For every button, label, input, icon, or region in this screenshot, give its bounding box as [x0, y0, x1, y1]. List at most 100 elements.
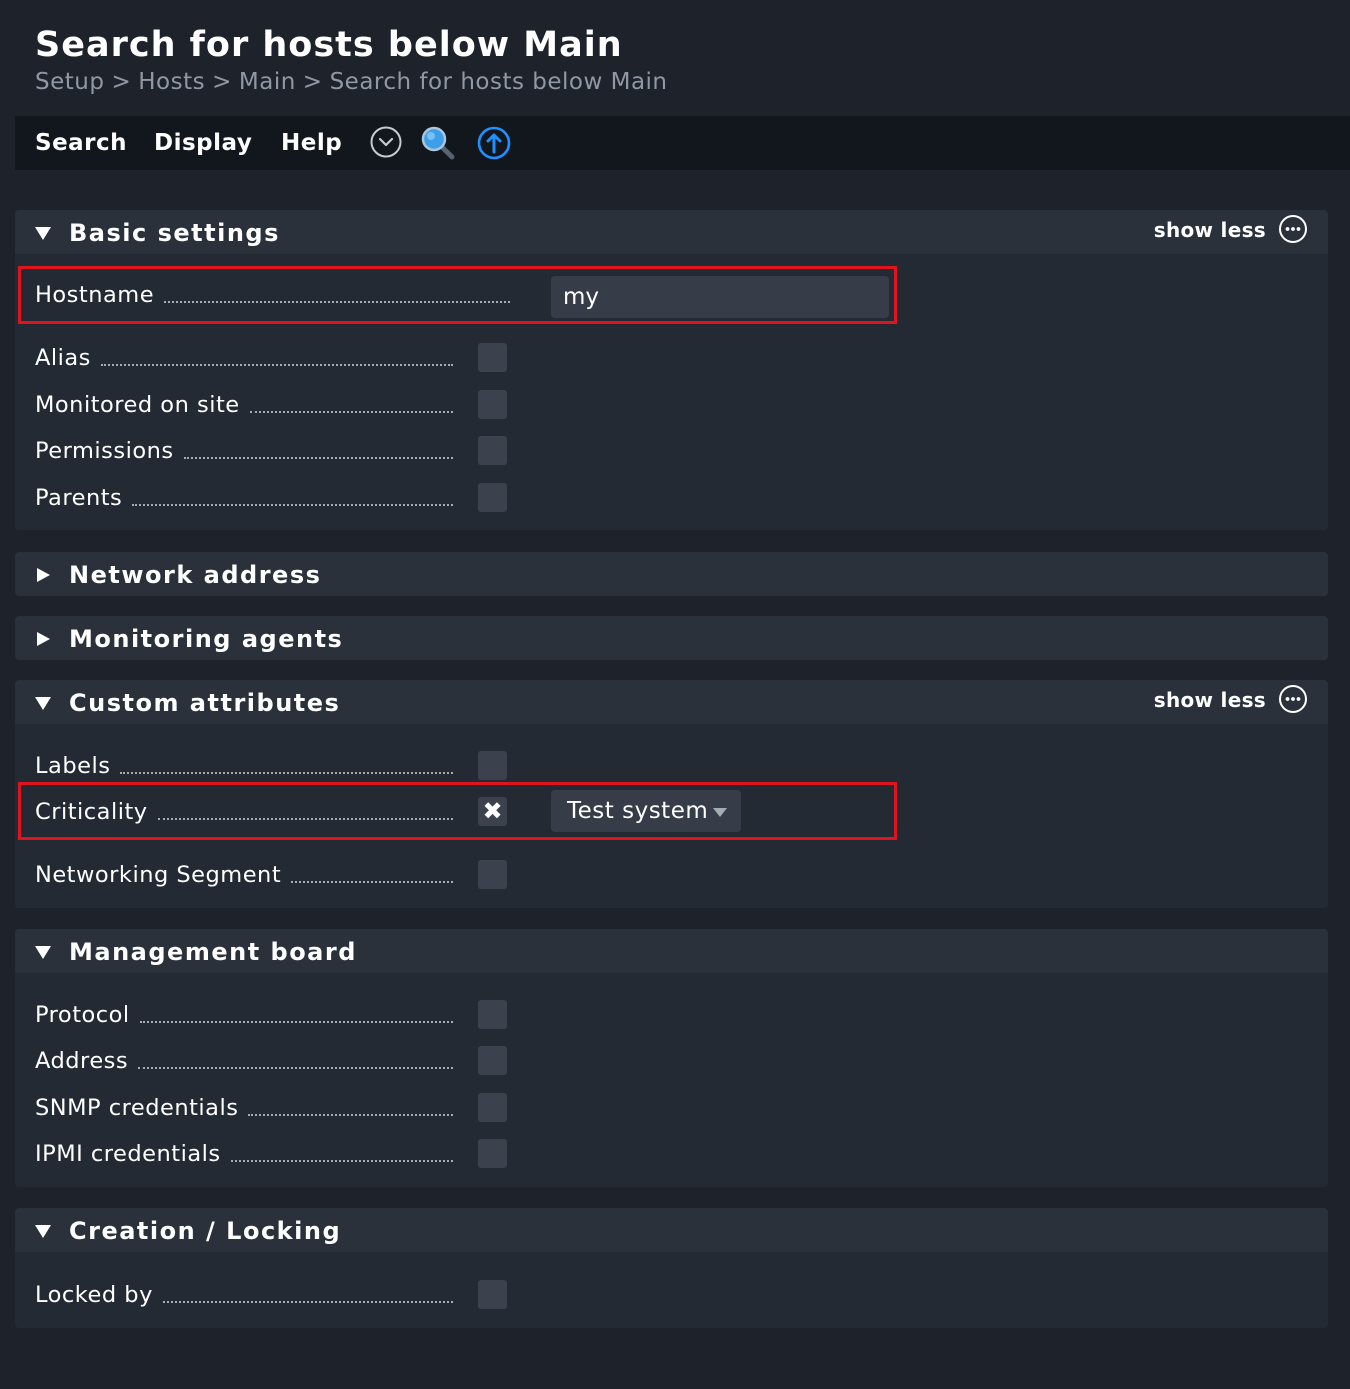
triangle-down-icon	[35, 946, 51, 959]
protocol-checkbox[interactable]	[478, 1000, 507, 1029]
address-checkbox[interactable]	[478, 1046, 507, 1075]
caret-down-icon	[713, 808, 727, 817]
dot-leader	[183, 457, 453, 459]
section-title: Custom attributes	[69, 689, 341, 717]
breadcrumb-separator: >	[212, 69, 232, 95]
row-permissions: Permissions	[15, 432, 1328, 478]
label-parents: Parents	[35, 485, 123, 511]
dot-leader	[162, 1301, 453, 1303]
criticality-checkbox[interactable]: ✖	[478, 797, 507, 826]
monitored-on-site-checkbox[interactable]	[478, 390, 507, 419]
ipmi-credentials-checkbox[interactable]	[478, 1139, 507, 1168]
networking-segment-checkbox[interactable]	[478, 860, 507, 889]
dot-leader	[291, 881, 453, 883]
row-protocol: Protocol	[15, 996, 1328, 1042]
row-criticality: Criticality ✖ Test system	[15, 790, 1328, 839]
triangle-down-icon	[35, 227, 51, 240]
section-header-management-board[interactable]: Management board	[15, 929, 1328, 973]
menu-bar: Search Display Help	[15, 116, 1350, 170]
show-less-link[interactable]: show less	[1154, 210, 1266, 250]
breadcrumb-current: Search for hosts below Main	[329, 69, 668, 95]
dot-leader	[132, 504, 453, 506]
chevron-circle-down-icon[interactable]	[370, 126, 402, 158]
label-hostname: Hostname	[35, 282, 155, 308]
row-label: Monitored on site	[35, 386, 453, 420]
label-networking-segment: Networking Segment	[35, 862, 282, 888]
breadcrumb-main[interactable]: Main	[239, 69, 296, 95]
row-snmp-credentials: SNMP credentials	[15, 1089, 1328, 1135]
row-hostname: Hostname	[15, 276, 1328, 322]
breadcrumb: Setup > Hosts > Main > Search for hosts below …	[35, 66, 668, 98]
dot-leader	[164, 301, 510, 303]
criticality-dropdown-value: Test system	[567, 798, 709, 824]
permissions-checkbox[interactable]	[478, 436, 507, 465]
section-custom-attributes: Custom attributes show less Labels Criti…	[15, 680, 1328, 908]
dot-leader	[120, 772, 453, 774]
row-label: Parents	[35, 479, 453, 513]
breadcrumb-hosts[interactable]: Hosts	[138, 69, 205, 95]
row-label: Labels	[35, 747, 453, 781]
row-label: Networking Segment	[35, 856, 453, 890]
section-network-address: Network address	[15, 552, 1328, 596]
section-title: Creation / Locking	[69, 1217, 342, 1245]
dot-leader	[230, 1160, 453, 1162]
breadcrumb-setup[interactable]: Setup	[35, 69, 104, 95]
alias-checkbox[interactable]	[478, 343, 507, 372]
section-header-creation-locking[interactable]: Creation / Locking	[15, 1208, 1328, 1252]
section-header-custom-attributes[interactable]: Custom attributes show less	[15, 680, 1328, 724]
row-alias: Alias	[15, 339, 1328, 385]
row-label: IPMI credentials	[35, 1135, 453, 1169]
search-magnifier-icon[interactable]	[420, 125, 456, 161]
row-label: Hostname	[35, 276, 510, 310]
labels-checkbox[interactable]	[478, 751, 507, 780]
section-title: Basic settings	[69, 219, 280, 247]
label-protocol: Protocol	[35, 1002, 130, 1028]
label-labels: Labels	[35, 753, 111, 779]
criticality-dropdown[interactable]: Test system	[551, 790, 741, 832]
dot-leader	[139, 1021, 453, 1023]
label-criticality: Criticality	[35, 799, 148, 825]
breadcrumb-separator: >	[111, 69, 132, 95]
row-label: SNMP credentials	[35, 1089, 453, 1123]
section-header-basic-settings[interactable]: Basic settings show less	[15, 210, 1328, 254]
row-address: Address	[15, 1042, 1328, 1088]
section-title: Network address	[69, 561, 322, 589]
row-label: Criticality	[35, 793, 453, 827]
row-label: Protocol	[35, 996, 453, 1030]
section-creation-locking: Creation / Locking Locked by	[15, 1208, 1328, 1328]
triangle-down-icon	[35, 697, 51, 710]
breadcrumb-separator: >	[302, 69, 323, 95]
section-management-board: Management board Protocol Address SNMP c…	[15, 929, 1328, 1187]
snmp-credentials-checkbox[interactable]	[478, 1093, 507, 1122]
parents-checkbox[interactable]	[478, 483, 507, 512]
section-monitoring-agents: Monitoring agents	[15, 616, 1328, 660]
dot-leader	[138, 1067, 453, 1069]
section-header-monitoring-agents[interactable]: Monitoring agents	[15, 616, 1328, 660]
dot-leader	[249, 411, 453, 413]
menu-display[interactable]: Display	[154, 116, 252, 170]
upload-arrow-icon[interactable]	[477, 126, 511, 160]
menu-help[interactable]: Help	[281, 116, 342, 170]
triangle-right-icon	[37, 568, 50, 582]
more-options-icon[interactable]	[1278, 214, 1308, 244]
row-locked-by: Locked by	[15, 1276, 1328, 1322]
label-permissions: Permissions	[35, 438, 174, 464]
section-title: Management board	[69, 938, 357, 966]
locked-by-checkbox[interactable]	[478, 1280, 507, 1309]
row-monitored-on-site: Monitored on site	[15, 386, 1328, 432]
hostname-input[interactable]	[551, 276, 889, 318]
dot-leader	[100, 364, 453, 366]
row-networking-segment: Networking Segment	[15, 856, 1328, 902]
triangle-right-icon	[37, 632, 50, 646]
label-address: Address	[35, 1048, 129, 1074]
show-less-link[interactable]: show less	[1154, 680, 1266, 720]
label-ipmi-credentials: IPMI credentials	[35, 1141, 221, 1167]
more-options-icon[interactable]	[1278, 684, 1308, 714]
label-monitored-on-site: Monitored on site	[35, 392, 240, 418]
row-label: Locked by	[35, 1276, 453, 1310]
menu-search[interactable]: Search	[35, 116, 127, 170]
label-alias: Alias	[35, 345, 91, 371]
section-header-network-address[interactable]: Network address	[15, 552, 1328, 596]
triangle-down-icon	[35, 1225, 51, 1238]
dot-leader	[157, 818, 453, 820]
